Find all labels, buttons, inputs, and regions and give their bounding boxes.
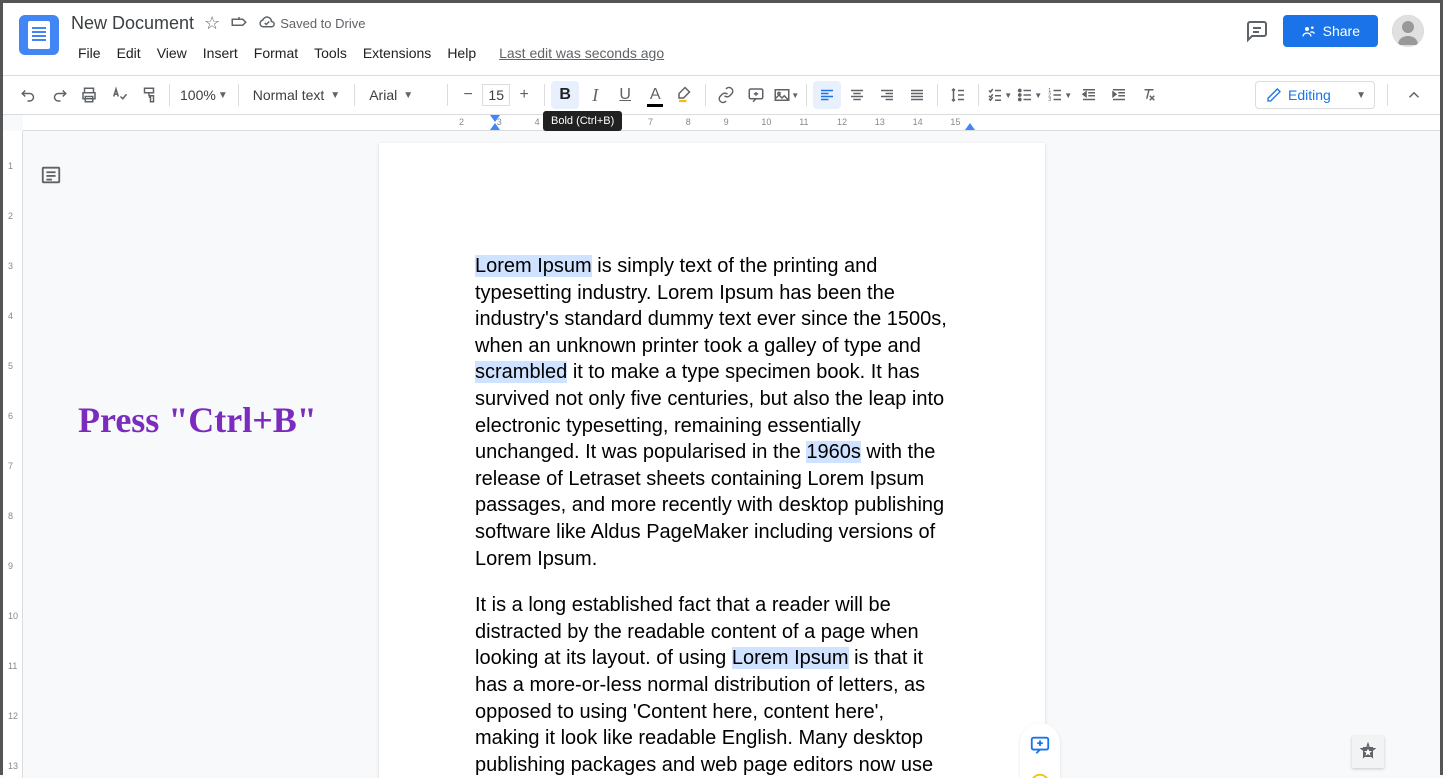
- font-size-increase[interactable]: +: [510, 81, 538, 109]
- share-label: Share: [1323, 23, 1360, 39]
- indent-marker-right[interactable]: [965, 123, 975, 130]
- outline-button[interactable]: [37, 161, 65, 189]
- underline-button[interactable]: U: [611, 81, 639, 109]
- body-text[interactable]: Lorem Ipsum is simply text of the printi…: [475, 253, 949, 778]
- link-button[interactable]: [712, 81, 740, 109]
- selected-text[interactable]: Lorem Ipsum: [475, 255, 592, 277]
- chevron-down-icon: ▼: [1356, 90, 1366, 101]
- zoom-value: 100%: [180, 87, 216, 103]
- numbered-list-button[interactable]: 123▼: [1045, 81, 1073, 109]
- checklist-button[interactable]: ▼: [985, 81, 1013, 109]
- font-size-input[interactable]: 15: [482, 84, 510, 106]
- separator: [544, 84, 545, 106]
- selected-text[interactable]: scrambled: [475, 361, 567, 383]
- document-title[interactable]: New Document: [71, 13, 194, 34]
- redo-button[interactable]: [45, 81, 73, 109]
- indent-increase-button[interactable]: [1105, 81, 1133, 109]
- mode-dropdown[interactable]: Editing ▼: [1255, 81, 1375, 109]
- highlight-button[interactable]: [671, 81, 699, 109]
- separator: [937, 84, 938, 106]
- comments-icon[interactable]: [1245, 19, 1269, 43]
- image-button[interactable]: ▼: [772, 81, 800, 109]
- bold-tooltip: Bold (Ctrl+B): [543, 111, 622, 131]
- selected-text[interactable]: 1960s: [806, 441, 861, 463]
- align-center-button[interactable]: [843, 81, 871, 109]
- menu-view[interactable]: View: [150, 41, 194, 65]
- margin-actions: [1020, 723, 1060, 778]
- bullet-list-button[interactable]: ▼: [1015, 81, 1043, 109]
- svg-text:3: 3: [1048, 97, 1051, 103]
- save-status[interactable]: Saved to Drive: [258, 14, 365, 32]
- menu-format[interactable]: Format: [247, 41, 305, 65]
- font-dropdown[interactable]: Arial ▼: [361, 87, 441, 103]
- separator: [1387, 84, 1388, 106]
- separator: [978, 84, 979, 106]
- menu-tools[interactable]: Tools: [307, 41, 354, 65]
- menu-file[interactable]: File: [71, 41, 108, 65]
- menu-edit[interactable]: Edit: [110, 41, 148, 65]
- separator: [705, 84, 706, 106]
- indent-decrease-button[interactable]: [1075, 81, 1103, 109]
- align-justify-button[interactable]: [903, 81, 931, 109]
- separator: [238, 84, 239, 106]
- text-color-button[interactable]: A: [641, 81, 669, 109]
- explore-button[interactable]: [1352, 736, 1384, 768]
- comment-button[interactable]: [742, 81, 770, 109]
- docs-logo[interactable]: [19, 15, 59, 55]
- move-icon[interactable]: [230, 14, 248, 32]
- header-bar: New Document ☆ Saved to Drive File Edit …: [3, 3, 1440, 76]
- chevron-down-icon: ▼: [403, 90, 413, 101]
- paragraph[interactable]: Lorem Ipsum is simply text of the printi…: [475, 253, 949, 572]
- separator: [447, 84, 448, 106]
- last-edit-link[interactable]: Last edit was seconds ago: [499, 45, 664, 61]
- chevron-down-icon: ▼: [330, 90, 340, 101]
- horizontal-ruler[interactable]: 23456789101112131415: [23, 115, 1440, 131]
- menu-help[interactable]: Help: [440, 41, 483, 65]
- clear-format-button[interactable]: [1135, 81, 1163, 109]
- undo-button[interactable]: [15, 81, 43, 109]
- bold-button[interactable]: B: [551, 81, 579, 109]
- menu-bar: File Edit View Insert Format Tools Exten…: [71, 39, 1245, 67]
- separator: [354, 84, 355, 106]
- toolbar: 100%▼ Normal text▼ Arial▼ − 15 + B I U A…: [3, 76, 1440, 115]
- font-value: Arial: [369, 87, 397, 103]
- align-left-button[interactable]: [813, 81, 841, 109]
- add-comment-icon[interactable]: [1028, 733, 1052, 757]
- font-size-decrease[interactable]: −: [454, 81, 482, 109]
- print-button[interactable]: [75, 81, 103, 109]
- mode-label: Editing: [1288, 87, 1331, 103]
- chevron-down-icon: ▼: [218, 90, 228, 101]
- separator: [169, 84, 170, 106]
- share-button[interactable]: Share: [1283, 15, 1378, 47]
- spellcheck-button[interactable]: [105, 81, 133, 109]
- document-page[interactable]: Lorem Ipsum is simply text of the printi…: [379, 143, 1045, 778]
- selected-text[interactable]: Lorem Ipsum: [732, 647, 849, 669]
- paint-format-button[interactable]: [135, 81, 163, 109]
- star-icon[interactable]: ☆: [204, 13, 220, 34]
- collapse-menus-button[interactable]: [1400, 81, 1428, 109]
- save-status-text: Saved to Drive: [280, 16, 365, 31]
- handwritten-annotation: Press "Ctrl+B": [78, 399, 317, 441]
- title-area: New Document ☆ Saved to Drive File Edit …: [71, 9, 1245, 67]
- menu-extensions[interactable]: Extensions: [356, 41, 438, 65]
- vertical-ruler[interactable]: 12345678910111213: [3, 131, 23, 778]
- canvas: 23456789101112131415 12345678910111213 L…: [3, 115, 1440, 778]
- italic-button[interactable]: I: [581, 81, 609, 109]
- avatar[interactable]: [1392, 15, 1424, 47]
- style-value: Normal text: [253, 87, 325, 103]
- pencil-icon: [1266, 87, 1282, 103]
- align-right-button[interactable]: [873, 81, 901, 109]
- paragraph[interactable]: It is a long established fact that a rea…: [475, 592, 949, 778]
- line-spacing-button[interactable]: [944, 81, 972, 109]
- paragraph-style-dropdown[interactable]: Normal text ▼: [245, 87, 348, 103]
- separator: [806, 84, 807, 106]
- zoom-dropdown[interactable]: 100%▼: [176, 87, 232, 103]
- menu-insert[interactable]: Insert: [196, 41, 245, 65]
